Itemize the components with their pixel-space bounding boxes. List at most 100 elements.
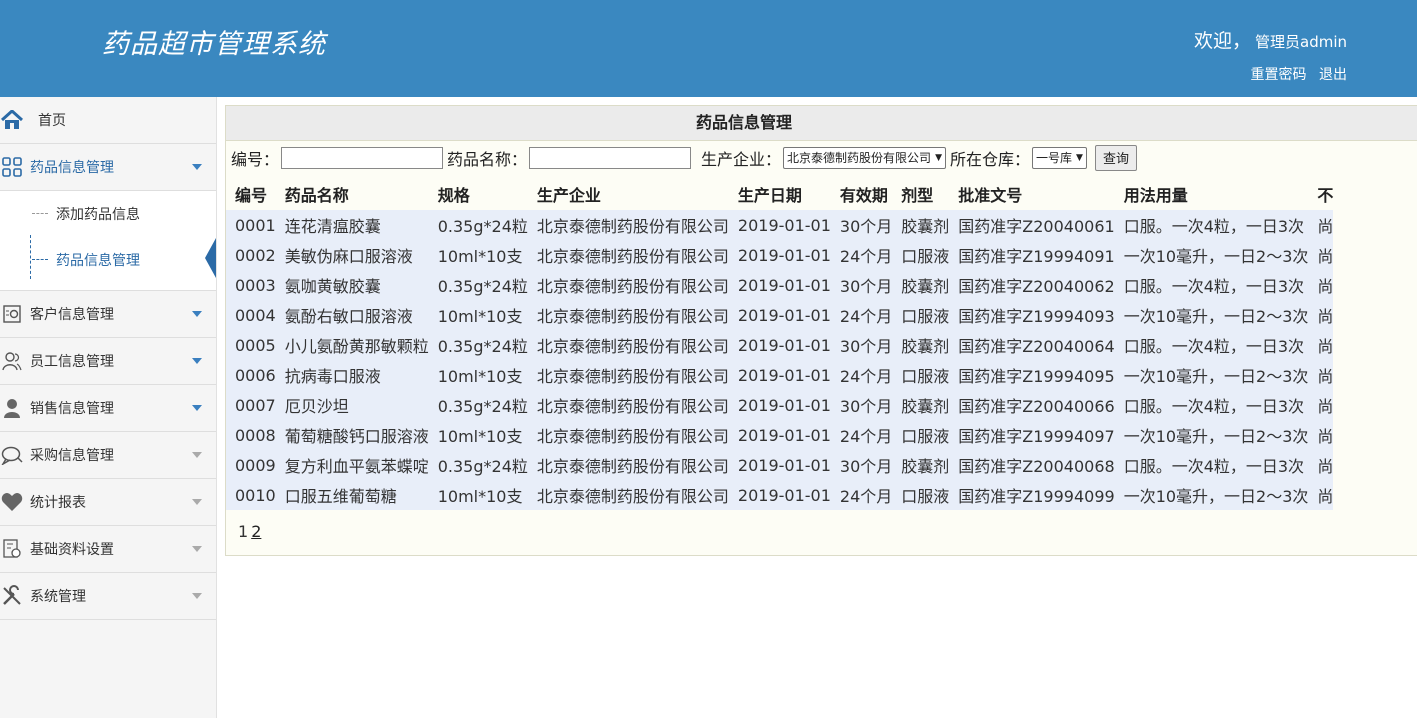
table-cell: 国药准字Z20040066 [958, 397, 1115, 416]
table-cell: 2019-01-01 [737, 335, 831, 355]
sidebar-subitem-label: 添加药品信息 [56, 207, 140, 223]
table-cell: 10ml*10支 [437, 247, 523, 266]
table-cell: 北京泰德制药股份有限公司 [536, 217, 729, 236]
table-cell: 口服。一次4粒，一日3次 [1123, 397, 1305, 416]
table-cell: 国药准字Z20040062 [958, 277, 1115, 296]
table-cell: 尚 [1317, 427, 1334, 446]
drug-name-input[interactable] [529, 146, 692, 169]
sidebar-item-label: 销售信息管理 [30, 401, 114, 417]
table-cell: 葡萄糖酸钙口服溶液 [284, 427, 429, 446]
sidebar-item-drug-management[interactable]: 药品信息管理 [0, 144, 216, 191]
table-cell: 10ml*10支 [437, 427, 523, 446]
table-cell: 氨咖黄敏胶囊 [284, 277, 381, 296]
sidebar-item-label: 员工信息管理 [30, 354, 114, 370]
sidebar-item-purchase[interactable]: 采购信息管理 [0, 432, 216, 479]
sidebar-subitem-add-drug[interactable]: 添加药品信息 [0, 191, 216, 237]
chevron-down-icon [192, 358, 202, 364]
table-row[interactable]: 0005 小儿氨酚黄那敏颗粒 0.35g*24粒 北京泰德制药股份有限公司 2019-0… [226, 330, 1334, 360]
sidebar-item-home[interactable]: 首页 [0, 97, 216, 144]
table-cell: 一次10毫升，一日2～3次 [1123, 427, 1309, 446]
table-cell: 氨酚右敏口服溶液 [284, 307, 413, 326]
table-cell: 2019-01-01 [737, 245, 831, 265]
table-cell: 胶囊剂 [901, 337, 950, 356]
grid-icon [0, 155, 24, 179]
table-cell: 2019-01-01 [737, 215, 831, 235]
table-cell: 24个月 [839, 367, 893, 386]
header-links: 重置密码 退出 [1243, 64, 1347, 84]
chevron-down-icon [192, 593, 202, 599]
sidebar-item-employee[interactable]: 员工信息管理 [0, 338, 216, 385]
column-header: 批准文号 [958, 186, 1023, 205]
sidebar-item-system[interactable]: 系统管理 [0, 573, 216, 620]
table-row[interactable]: 0008 葡萄糖酸钙口服溶液 10ml*10支 北京泰德制药股份有限公司 2019-01… [226, 420, 1334, 450]
logout-link[interactable]: 退出 [1319, 67, 1347, 83]
warehouse-select[interactable]: 一号库 ▼ [1032, 146, 1087, 169]
welcome-text: 欢迎， 管理员admin [1194, 26, 1347, 53]
table-cell: 0003 [235, 275, 276, 295]
home-icon [0, 108, 24, 132]
table-cell: 国药准字Z19994093 [958, 307, 1115, 326]
table-cell: 国药准字Z19994099 [958, 487, 1115, 506]
sidebar-item-label: 基础资料设置 [30, 542, 114, 558]
table-cell: 2019-01-01 [737, 455, 831, 475]
sidebar-item-sales[interactable]: 销售信息管理 [0, 385, 216, 432]
sidebar-item-reports[interactable]: 统计报表 [0, 479, 216, 526]
table-cell: 0007 [235, 395, 276, 415]
query-button[interactable]: 查询 [1094, 144, 1137, 171]
table-cell: 口服五维葡萄糖 [284, 487, 397, 506]
table-cell: 2019-01-01 [737, 305, 831, 325]
table-cell: 美敏伪麻口服溶液 [284, 247, 413, 266]
maker-select-value: 北京泰德制药股份有限公司 [787, 151, 932, 165]
table-cell: 北京泰德制药股份有限公司 [536, 337, 729, 356]
table-cell: 国药准字Z19994097 [958, 427, 1115, 446]
table-row[interactable]: 0006 抗病毒口服液 10ml*10支 北京泰德制药股份有限公司 2019-01-01… [226, 360, 1334, 390]
table-cell: 一次10毫升，一日2～3次 [1123, 307, 1309, 326]
table-cell: 尚 [1317, 247, 1334, 266]
table-cell: 口服液 [901, 427, 950, 446]
sidebar-item-basic-settings[interactable]: 基础资料设置 [0, 526, 216, 573]
table-cell: 北京泰德制药股份有限公司 [536, 397, 729, 416]
table-cell: 北京泰德制药股份有限公司 [536, 457, 729, 476]
table-row[interactable]: 0004 氨酚右敏口服溶液 10ml*10支 北京泰德制药股份有限公司 2019-01-… [226, 300, 1334, 330]
table-row[interactable]: 0009 复方利血平氨苯蝶啶 0.35g*24粒 北京泰德制药股份有限公司 2019-0… [226, 450, 1334, 480]
active-marker [205, 238, 216, 278]
code-input[interactable] [281, 146, 444, 169]
maker-select[interactable]: 北京泰德制药股份有限公司 ▼ [783, 146, 946, 169]
sidebar-subitem-label: 药品信息管理 [56, 253, 140, 269]
table-cell: 24个月 [839, 247, 893, 266]
chevron-down-icon [192, 546, 202, 552]
column-header: 生产企业 [536, 186, 601, 205]
column-header: 不 [1317, 186, 1334, 205]
table-row[interactable]: 0002 美敏伪麻口服溶液 10ml*10支 北京泰德制药股份有限公司 2019-01-… [226, 240, 1334, 270]
page-2-link[interactable]: 2 [251, 522, 261, 541]
table-cell: 0008 [235, 425, 276, 445]
table-cell: 0006 [235, 365, 276, 385]
sidebar-item-customer[interactable]: 客户信息管理 [0, 291, 216, 338]
table-cell: 胶囊剂 [901, 277, 950, 296]
table-cell: 0.35g*24粒 [437, 277, 528, 296]
table-cell: 0.35g*24粒 [437, 457, 528, 476]
sidebar-subitem-drug-info[interactable]: 药品信息管理 [0, 237, 216, 283]
table-body: 0001 连花清瘟胶囊 0.35g*24粒 北京泰德制药股份有限公司 2019-01-0… [226, 210, 1334, 510]
table-cell: 24个月 [839, 487, 893, 506]
table-row[interactable]: 0003 氨咖黄敏胶囊 0.35g*24粒 北京泰德制药股份有限公司 2019-01-0… [226, 270, 1334, 300]
table-row[interactable]: 0001 连花清瘟胶囊 0.35g*24粒 北京泰德制药股份有限公司 2019-01-0… [226, 210, 1334, 240]
table-cell: 0.35g*24粒 [437, 337, 528, 356]
table-cell: 2019-01-01 [737, 485, 831, 505]
chevron-down-icon: ▼ [935, 152, 942, 163]
table-cell: 连花清瘟胶囊 [284, 217, 381, 236]
reset-password-link[interactable]: 重置密码 [1251, 67, 1307, 83]
column-header: 有效期 [839, 186, 888, 205]
page-1: 1 [238, 522, 249, 541]
table-cell: 小儿氨酚黄那敏颗粒 [284, 337, 429, 356]
table-cell: 北京泰德制药股份有限公司 [536, 427, 729, 446]
chevron-down-icon [192, 311, 202, 317]
column-header: 编号 [235, 186, 268, 205]
user-group-icon [0, 349, 24, 373]
table-cell: 国药准字Z19994095 [958, 367, 1115, 386]
table-row[interactable]: 0007 厄贝沙坦 0.35g*24粒 北京泰德制药股份有限公司 2019-01-01 3… [226, 390, 1334, 420]
table-row[interactable]: 0010 口服五维葡萄糖 10ml*10支 北京泰德制药股份有限公司 2019-01-0… [226, 480, 1334, 510]
column-header: 生产日期 [737, 186, 802, 205]
table-cell: 口服。一次4粒，一日3次 [1123, 277, 1305, 296]
top-header: 药品超市管理系统 欢迎， 管理员admin 重置密码 退出 [0, 0, 1417, 97]
